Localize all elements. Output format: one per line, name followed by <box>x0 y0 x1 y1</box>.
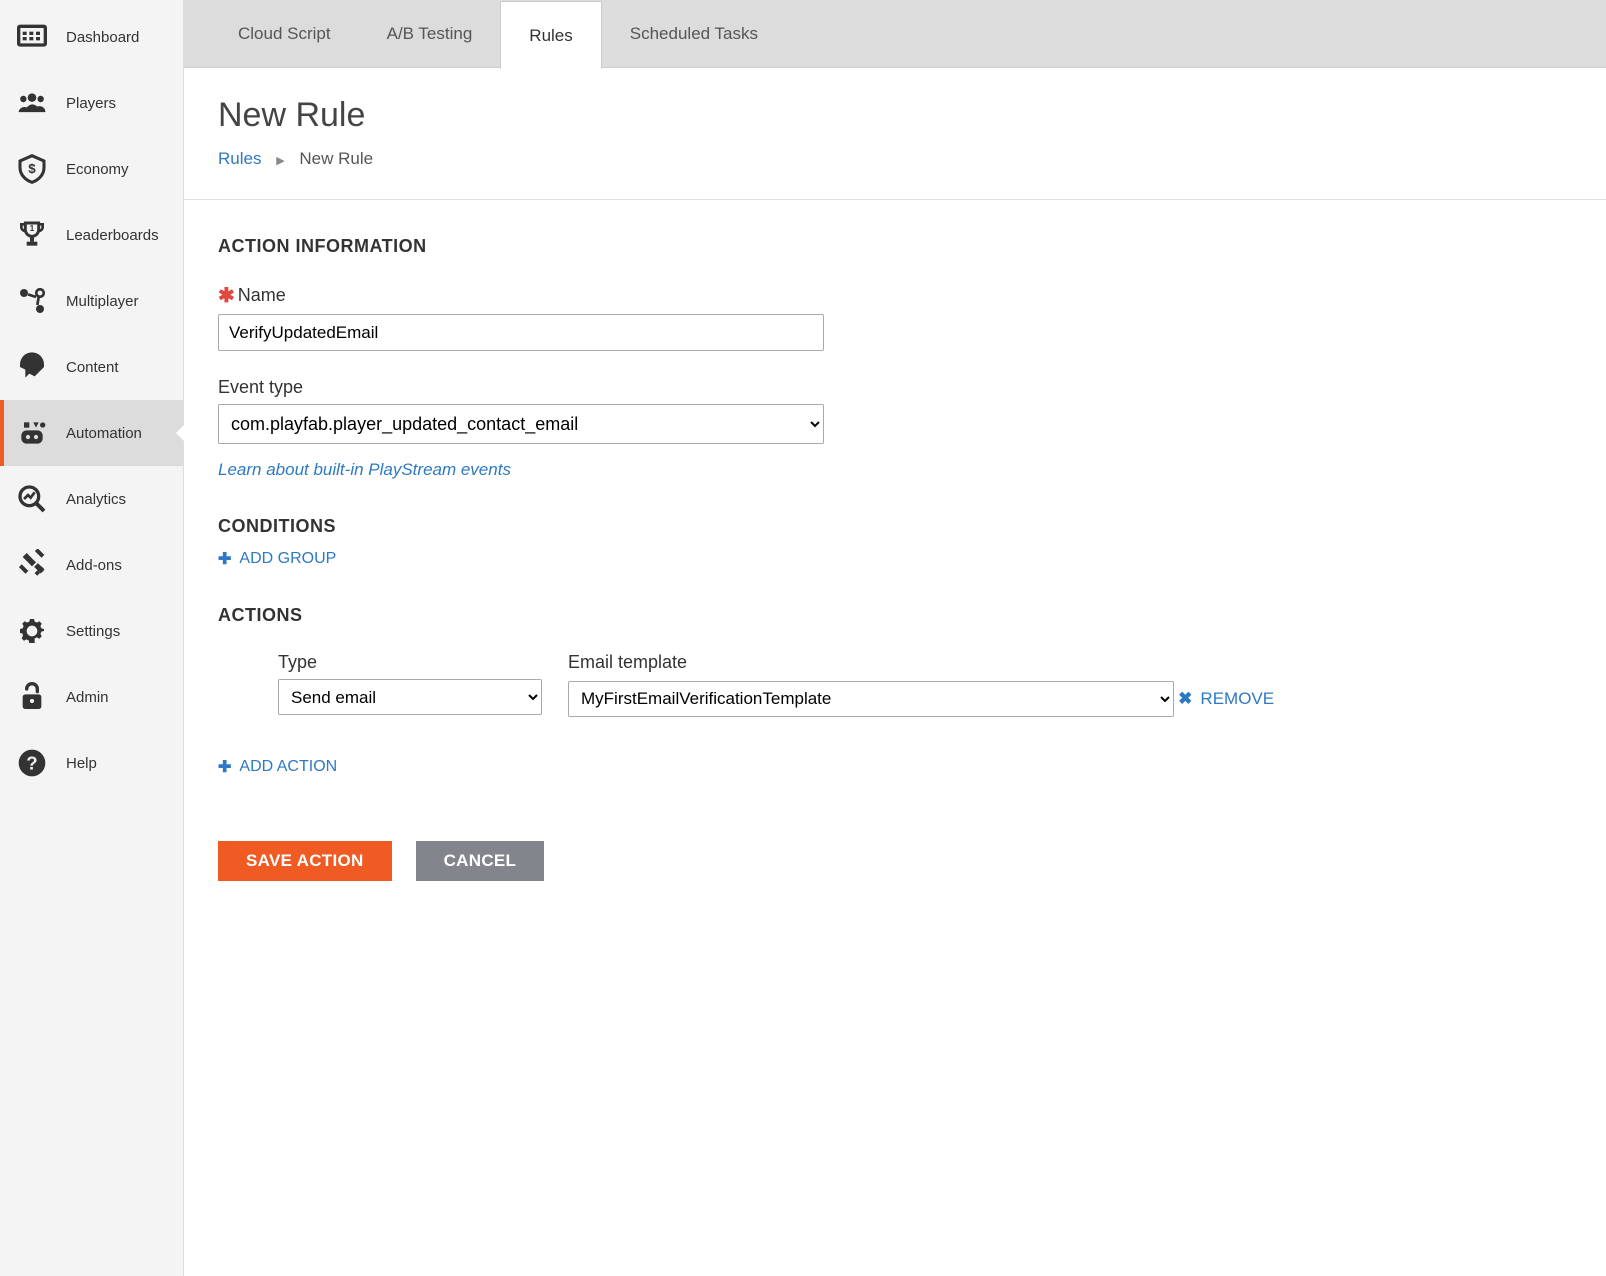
sidebar-item-analytics[interactable]: Analytics <box>0 466 183 532</box>
multiplayer-icon <box>14 283 50 319</box>
svg-text:1: 1 <box>30 224 35 233</box>
sidebar-item-label: Leaderboards <box>66 227 159 244</box>
content-icon <box>14 349 50 385</box>
sidebar-item-settings[interactable]: Settings <box>0 598 183 664</box>
divider <box>184 199 1606 200</box>
breadcrumb-root-link[interactable]: Rules <box>218 149 261 168</box>
plus-icon: ✚ <box>218 549 231 569</box>
dashboard-icon <box>14 19 50 55</box>
sidebar-item-multiplayer[interactable]: Multiplayer <box>0 268 183 334</box>
section-heading: ACTIONS <box>218 605 1572 626</box>
admin-icon <box>14 679 50 715</box>
action-row: Type Send email Email template MyFirstEm… <box>278 652 1572 717</box>
add-group-button[interactable]: ✚ ADD GROUP <box>218 549 336 569</box>
add-action-button[interactable]: ✚ ADD ACTION <box>218 757 337 777</box>
sidebar-item-label: Economy <box>66 161 129 178</box>
sidebar-item-addons[interactable]: Add-ons <box>0 532 183 598</box>
sidebar-item-label: Players <box>66 95 116 112</box>
analytics-icon <box>14 481 50 517</box>
chevron-right-icon: ▶ <box>276 155 284 167</box>
action-type-column: Type Send email <box>278 652 542 717</box>
section-conditions: CONDITIONS ✚ ADD GROUP <box>218 516 1572 569</box>
action-type-select[interactable]: Send email <box>278 679 542 715</box>
sidebar-item-leaderboards[interactable]: 1 Leaderboards <box>0 202 183 268</box>
type-label: Type <box>278 652 542 673</box>
event-type-select[interactable]: com.playfab.player_updated_contact_email <box>218 404 824 444</box>
sidebar-item-label: Automation <box>66 425 142 442</box>
sidebar-item-content[interactable]: Content <box>0 334 183 400</box>
section-action-information: ACTION INFORMATION ✱ Name Event type com… <box>218 236 1572 480</box>
tab-rules[interactable]: Rules <box>500 1 601 69</box>
tabs: Cloud Script A/B Testing Rules Scheduled… <box>184 0 1606 68</box>
sidebar-item-economy[interactable]: $ Economy <box>0 136 183 202</box>
learn-playstream-link[interactable]: Learn about built-in PlayStream events <box>218 460 1572 480</box>
button-row: SAVE ACTION CANCEL <box>218 841 1572 881</box>
cancel-button[interactable]: CANCEL <box>416 841 545 881</box>
addons-icon <box>14 547 50 583</box>
breadcrumb-current: New Rule <box>299 149 373 168</box>
sidebar-item-label: Add-ons <box>66 557 122 574</box>
remove-action-button[interactable]: ✖ REMOVE <box>1178 689 1274 709</box>
svg-text:$: $ <box>28 161 36 176</box>
svg-text:?: ? <box>26 753 37 774</box>
sidebar-item-label: Content <box>66 359 119 376</box>
tab-ab-testing[interactable]: A/B Testing <box>359 0 501 67</box>
breadcrumb: Rules ▶ New Rule <box>218 149 1572 169</box>
action-template-column: Email template MyFirstEmailVerificationT… <box>568 652 1274 717</box>
main-content: Cloud Script A/B Testing Rules Scheduled… <box>184 0 1606 1276</box>
sidebar-item-label: Admin <box>66 689 109 706</box>
save-action-button[interactable]: SAVE ACTION <box>218 841 392 881</box>
sidebar-item-label: Help <box>66 755 97 772</box>
players-icon <box>14 85 50 121</box>
sidebar: Dashboard Players $ Economy 1 Leaderboar… <box>0 0 184 1276</box>
tab-cloud-script[interactable]: Cloud Script <box>210 0 359 67</box>
section-heading: ACTION INFORMATION <box>218 236 1572 257</box>
sidebar-item-automation[interactable]: Automation <box>0 400 183 466</box>
email-template-select[interactable]: MyFirstEmailVerificationTemplate <box>568 681 1174 717</box>
economy-icon: $ <box>14 151 50 187</box>
email-template-label: Email template <box>568 652 1274 673</box>
tab-scheduled-tasks[interactable]: Scheduled Tasks <box>602 0 786 67</box>
remove-icon: ✖ <box>1178 689 1192 709</box>
required-asterisk-icon: ✱ <box>218 283 235 308</box>
event-type-label: Event type <box>218 377 1572 398</box>
settings-icon <box>14 613 50 649</box>
sidebar-item-help[interactable]: ? Help <box>0 730 183 796</box>
name-input[interactable] <box>218 314 824 351</box>
section-actions: ACTIONS Type Send email Email template M… <box>218 605 1572 777</box>
leaderboards-icon: 1 <box>14 217 50 253</box>
name-label: ✱ Name <box>218 283 1572 308</box>
sidebar-item-label: Dashboard <box>66 29 139 46</box>
sidebar-item-label: Settings <box>66 623 120 640</box>
sidebar-item-label: Analytics <box>66 491 126 508</box>
sidebar-item-dashboard[interactable]: Dashboard <box>0 4 183 70</box>
sidebar-item-admin[interactable]: Admin <box>0 664 183 730</box>
plus-icon: ✚ <box>218 757 231 777</box>
section-heading: CONDITIONS <box>218 516 1572 537</box>
sidebar-item-label: Multiplayer <box>66 293 139 310</box>
page-title: New Rule <box>218 96 1572 135</box>
help-icon: ? <box>14 745 50 781</box>
automation-icon <box>14 415 50 451</box>
sidebar-item-players[interactable]: Players <box>0 70 183 136</box>
